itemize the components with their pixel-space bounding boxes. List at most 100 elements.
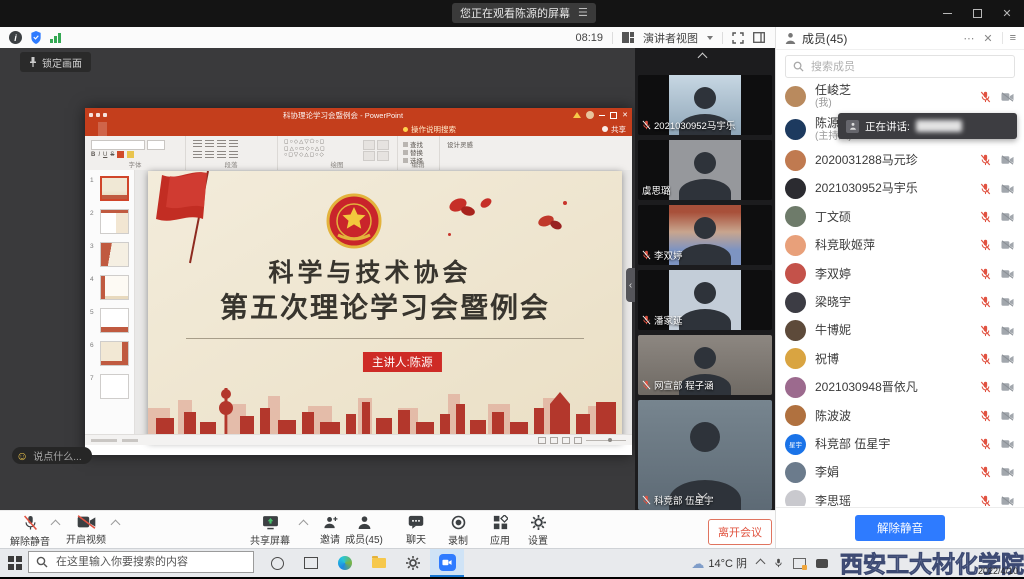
member-row[interactable]: 牛博妮: [785, 316, 1017, 344]
video-tile[interactable]: 潘家延: [638, 270, 772, 330]
member-row[interactable]: 梁晓宇: [785, 288, 1017, 316]
comment-input-pill[interactable]: ☺ 说点什么...: [12, 447, 92, 464]
member-camera-off-icon[interactable]: [1001, 184, 1014, 194]
member-row[interactable]: 李思瑶: [785, 487, 1017, 506]
tray-screenshot-icon[interactable]: [793, 558, 806, 569]
maximize-button[interactable]: [962, 0, 992, 27]
task-view-icon[interactable]: [296, 549, 326, 577]
member-row[interactable]: 李娟: [785, 458, 1017, 486]
member-mic-muted-icon[interactable]: [980, 268, 991, 280]
slide-thumbnail[interactable]: 4: [100, 275, 129, 300]
current-slide[interactable]: 科学与技术协会 第五次理论学习会暨例会 主讲人:陈源: [148, 171, 622, 442]
ppt-warning-icon[interactable]: [573, 112, 581, 118]
member-camera-off-icon[interactable]: [1001, 354, 1014, 364]
side-panel-toggle-icon[interactable]: [753, 32, 765, 43]
member-mic-muted-icon[interactable]: [980, 410, 991, 422]
member-search-input[interactable]: [809, 60, 983, 74]
member-row[interactable]: 丁文硕: [785, 203, 1017, 231]
video-tile[interactable]: 李双婷: [638, 205, 772, 265]
member-mic-muted-icon[interactable]: [980, 296, 991, 308]
chat-button[interactable]: 聊天: [394, 515, 438, 546]
member-camera-off-icon[interactable]: [1001, 269, 1014, 279]
collapse-videostrip-handle[interactable]: ‹: [626, 268, 635, 302]
member-mic-muted-icon[interactable]: [980, 211, 991, 223]
member-camera-off-icon[interactable]: [1001, 92, 1014, 102]
member-mic-muted-icon[interactable]: [980, 154, 991, 166]
member-row[interactable]: 星宇 科竞部 伍星宇: [785, 430, 1017, 458]
share-screen-button[interactable]: 共享屏幕: [244, 515, 296, 547]
meeting-app-taskbar-icon[interactable]: [430, 549, 464, 577]
quick-styles-button[interactable]: [377, 140, 389, 150]
ppt-restore-icon[interactable]: [610, 112, 617, 119]
member-camera-off-icon[interactable]: [1001, 297, 1014, 307]
slide-thumbnail[interactable]: 1: [100, 176, 129, 201]
emoji-icon[interactable]: ☺: [16, 450, 28, 462]
ppt-minimize-icon[interactable]: [599, 115, 605, 116]
record-button[interactable]: 录制: [436, 515, 480, 547]
start-button[interactable]: [8, 556, 22, 570]
member-camera-off-icon[interactable]: [1001, 382, 1014, 392]
panel-more-icon[interactable]: ⋯: [963, 32, 974, 45]
member-mic-muted-icon[interactable]: [980, 381, 991, 393]
edge-browser-icon[interactable]: [330, 549, 360, 577]
slide-thumbnail[interactable]: 3: [100, 242, 129, 267]
panel-unmute-button[interactable]: 解除静音: [855, 515, 945, 541]
member-row[interactable]: 2021030952马宇乐: [785, 174, 1017, 202]
member-camera-off-icon[interactable]: [1001, 411, 1014, 421]
member-search[interactable]: [785, 55, 1015, 78]
view-mode-caret-icon[interactable]: [707, 36, 713, 40]
settings-button[interactable]: 设置: [516, 515, 560, 547]
ppt-ribbon-tab[interactable]: [116, 122, 125, 136]
view-sorter-icon[interactable]: [550, 437, 558, 444]
start-video-button[interactable]: 开启视频: [62, 515, 110, 546]
member-mic-muted-icon[interactable]: [980, 239, 991, 251]
close-button[interactable]: ✕: [992, 0, 1022, 27]
ppt-ribbon-tab[interactable]: [134, 122, 143, 136]
ppt-ribbon-tab[interactable]: [152, 122, 161, 136]
ppt-ribbon-tab[interactable]: [98, 122, 107, 136]
member-row[interactable]: 2021030948晋依凡: [785, 373, 1017, 401]
member-mic-muted-icon[interactable]: [980, 353, 991, 365]
member-row[interactable]: 李双婷: [785, 260, 1017, 288]
member-camera-off-icon[interactable]: [1001, 240, 1014, 250]
member-row[interactable]: 2020031288马元珍: [785, 146, 1017, 174]
ppt-ribbon-tab[interactable]: [89, 122, 98, 136]
view-slideshow-icon[interactable]: [574, 437, 582, 444]
panel-close-icon[interactable]: ✕: [983, 32, 992, 45]
tray-mic-icon[interactable]: [774, 557, 783, 569]
network-signal-icon[interactable]: [50, 32, 61, 43]
slide-thumbnail[interactable]: 2: [100, 209, 129, 234]
ppt-ribbon-tab[interactable]: [125, 122, 134, 136]
member-camera-off-icon[interactable]: [1001, 212, 1014, 222]
slide-thumbnail[interactable]: 7: [100, 374, 129, 399]
taskbar-search[interactable]: [28, 551, 254, 573]
ppt-ribbon-tab[interactable]: [179, 122, 188, 136]
view-reading-icon[interactable]: [562, 437, 570, 444]
cortana-icon[interactable]: [262, 549, 292, 577]
font-name-box[interactable]: [91, 140, 145, 150]
minimize-button[interactable]: [932, 0, 962, 27]
arrange-button[interactable]: [363, 140, 375, 150]
ppt-ribbon-tab[interactable]: [170, 122, 179, 136]
member-mic-muted-icon[interactable]: [980, 466, 991, 478]
member-row[interactable]: 科竞耿姬萍: [785, 231, 1017, 259]
view-mode-selector[interactable]: 演讲者视图: [643, 30, 698, 46]
unmute-button[interactable]: 解除静音: [6, 515, 54, 548]
member-mic-muted-icon[interactable]: [980, 495, 991, 506]
ppt-quick-access-toolbar[interactable]: [89, 113, 107, 117]
member-camera-off-icon[interactable]: [1001, 496, 1014, 506]
members-button[interactable]: 成员(45): [336, 515, 392, 546]
file-explorer-icon[interactable]: [364, 549, 394, 577]
ppt-ribbon-tab[interactable]: [161, 122, 170, 136]
member-camera-off-icon[interactable]: [1001, 439, 1014, 449]
member-mic-muted-icon[interactable]: [980, 325, 991, 337]
weather-widget[interactable]: ☁ 14°C 阴: [691, 555, 747, 571]
slide-thumbnail[interactable]: 6: [100, 341, 129, 366]
tray-app-icon[interactable]: [816, 559, 828, 568]
hidden-icons-caret-icon[interactable]: [756, 558, 766, 568]
member-row[interactable]: 陈波波: [785, 402, 1017, 430]
video-tile[interactable]: 虞思璐: [638, 140, 772, 200]
ppt-account-avatar[interactable]: [586, 111, 594, 119]
ppt-ribbon-tab[interactable]: [143, 122, 152, 136]
font-size-box[interactable]: [147, 140, 165, 150]
